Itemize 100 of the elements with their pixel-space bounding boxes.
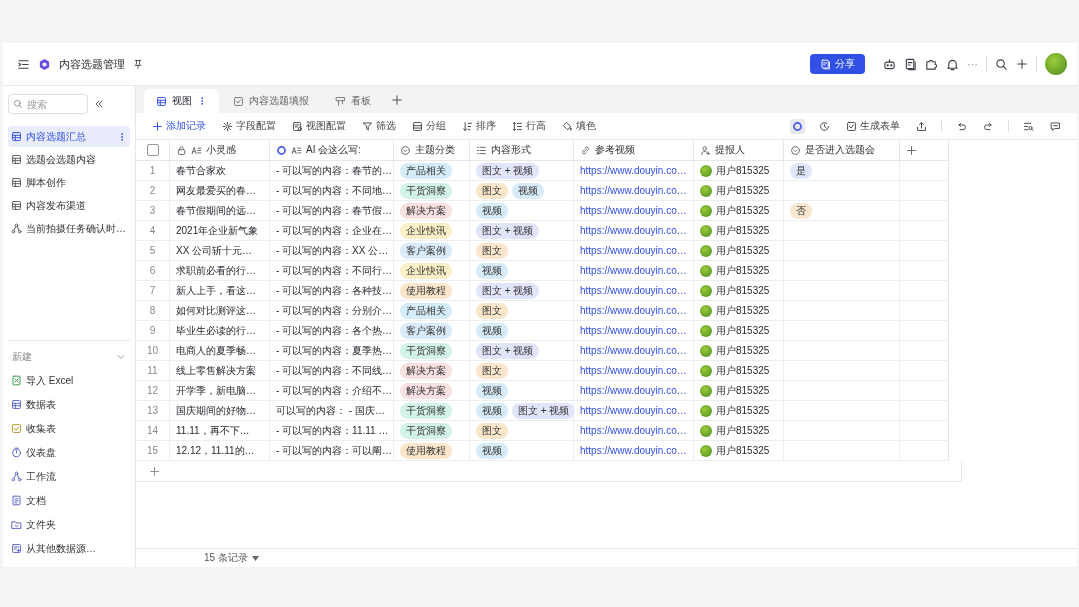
table-cell: - 可以写的内容：春节假… xyxy=(270,201,394,221)
table-cell: - 可以写的内容：不同行… xyxy=(270,261,394,281)
table-cell: - 可以写的内容：企业在… xyxy=(270,221,394,241)
view-tab[interactable]: 视图 xyxy=(144,89,219,113)
column-header[interactable]: 内容形式 xyxy=(470,140,574,161)
column-header[interactable]: 小灵感 xyxy=(170,140,270,161)
category-tag: 解决方案 xyxy=(400,382,452,399)
video-link[interactable]: https://www.douyin.co… xyxy=(580,225,687,236)
column-header[interactable]: 提报人 xyxy=(694,140,784,161)
column-header[interactable]: 是否进入选题会 xyxy=(784,140,900,161)
documents-icon xyxy=(820,58,831,70)
toolbar-button[interactable]: 排序 xyxy=(460,117,498,135)
sidebar-item[interactable]: 从其他数据源… xyxy=(8,538,130,559)
format-tag: 图文 + 视频 xyxy=(476,282,540,299)
video-link[interactable]: https://www.douyin.co… xyxy=(580,265,687,276)
video-link[interactable]: https://www.douyin.co… xyxy=(580,165,687,176)
row-number: 4 xyxy=(136,221,170,241)
video-link[interactable]: https://www.douyin.co… xyxy=(580,325,687,336)
table-cell: 毕业生必读的行… xyxy=(170,321,270,341)
avatar[interactable] xyxy=(1045,53,1067,75)
dropdown-icon[interactable] xyxy=(251,555,259,561)
sidebar-item[interactable]: 仪表盘 xyxy=(8,442,130,463)
video-link[interactable]: https://www.douyin.co… xyxy=(580,445,687,456)
sidebar-item[interactable]: 工作流 xyxy=(8,466,130,487)
view-settings-icon xyxy=(292,120,303,132)
table-cell: 春节假期间的远… xyxy=(170,201,270,221)
search-field[interactable]: 搜索 xyxy=(8,94,88,114)
search-icon xyxy=(13,99,23,109)
video-link[interactable]: https://www.douyin.co… xyxy=(580,365,687,376)
toolbar-button[interactable]: 填色 xyxy=(560,117,598,135)
select-all-checkbox[interactable] xyxy=(146,144,159,156)
toolbar-button[interactable]: 视图配置 xyxy=(290,117,348,135)
share-button[interactable]: 分享 xyxy=(810,54,865,74)
find-icon xyxy=(1023,120,1034,132)
column-header[interactable]: 主题分类 xyxy=(394,140,470,161)
generate-form-button[interactable]: 生成表单 xyxy=(844,117,902,135)
table-cell: 求职前必看的行… xyxy=(170,261,270,281)
toolbar-button[interactable]: 分组 xyxy=(410,117,448,135)
column-header[interactable]: AI 会这么写: xyxy=(270,140,394,161)
row-number: 7 xyxy=(136,281,170,301)
share-icon xyxy=(916,120,927,132)
format-tag: 图文 + 视频 xyxy=(476,162,540,179)
sidebar-item[interactable]: 文件夹 xyxy=(8,514,130,535)
table-cell: XX 公司斩十元… xyxy=(170,241,270,261)
avatar-icon xyxy=(700,364,712,377)
category-tag: 企业快讯 xyxy=(400,222,452,239)
reporter-name: 用户815325 xyxy=(716,283,770,298)
sidebar-item[interactable]: 导入 Excel xyxy=(8,370,130,391)
view-tab[interactable]: 看板 xyxy=(323,89,383,113)
table-cell: 2021年企业新气象 xyxy=(170,221,270,241)
row-number: 1 xyxy=(136,161,170,181)
add-person-icon xyxy=(700,144,711,156)
sidebar-item[interactable]: 脚本创作 xyxy=(8,172,130,193)
row-number: 12 xyxy=(136,381,170,401)
video-link[interactable]: https://www.douyin.co… xyxy=(580,425,687,436)
toolbar-button[interactable]: 字段配置 xyxy=(220,117,278,135)
format-tag: 视频 xyxy=(476,382,508,399)
reporter-name: 用户815325 xyxy=(716,443,770,458)
sidebar-item[interactable]: 当前拍摄任务确认时… xyxy=(8,218,130,239)
toolbar-button[interactable]: 添加记录 xyxy=(150,117,208,135)
sidebar-item[interactable]: 文档 xyxy=(8,490,130,511)
list-icon xyxy=(476,144,487,156)
table-cell: 网友最爱买的春… xyxy=(170,181,270,201)
category-tag: 干货洞察 xyxy=(400,422,452,439)
form-icon xyxy=(846,120,857,132)
plus-icon xyxy=(152,120,163,132)
view-tab[interactable]: 内容选题填报 xyxy=(221,89,321,113)
row-number: 14 xyxy=(136,421,170,441)
sidebar-item[interactable]: 数据表 xyxy=(8,394,130,415)
toolbar-button[interactable]: 行高 xyxy=(510,117,548,135)
video-link[interactable]: https://www.douyin.co… xyxy=(580,205,687,216)
video-link[interactable]: https://www.douyin.co… xyxy=(580,185,687,196)
format-tag: 视频 xyxy=(476,202,508,219)
video-link[interactable]: https://www.douyin.co… xyxy=(580,385,687,396)
avatar-icon xyxy=(700,164,712,177)
table-cell: - 可以写的内容：分别介… xyxy=(270,301,394,321)
video-link[interactable]: https://www.douyin.co… xyxy=(580,285,687,296)
sidebar-item[interactable]: 收集表 xyxy=(8,418,130,439)
column-header[interactable]: 参考视频 xyxy=(574,140,694,161)
data-source-icon xyxy=(11,543,22,554)
row-number: 15 xyxy=(136,441,170,461)
video-link[interactable]: https://www.douyin.co… xyxy=(580,305,687,316)
video-link[interactable]: https://www.douyin.co… xyxy=(580,245,687,256)
reporter-name: 用户815325 xyxy=(716,183,770,198)
ring-button[interactable] xyxy=(790,118,805,134)
toolbar-button[interactable]: 筛选 xyxy=(360,117,398,135)
sidebar-item[interactable]: 内容选题汇总 xyxy=(8,126,130,147)
grid-icon xyxy=(156,95,167,107)
sidebar-item[interactable]: 选题会选题内容 xyxy=(8,149,130,170)
category-tag: 产品相关 xyxy=(400,302,452,319)
video-link[interactable]: https://www.douyin.co… xyxy=(580,405,687,416)
avatar-icon xyxy=(700,424,712,437)
category-tag: 企业快讯 xyxy=(400,262,452,279)
lock-icon xyxy=(176,144,187,156)
dropdown-icon xyxy=(790,144,801,156)
video-link[interactable]: https://www.douyin.co… xyxy=(580,345,687,356)
link-icon xyxy=(580,144,591,156)
sidebar-item[interactable]: 内容发布渠道 xyxy=(8,195,130,216)
table-cell: 开学季，新电脑… xyxy=(170,381,270,401)
puzzle-icon xyxy=(925,57,938,71)
